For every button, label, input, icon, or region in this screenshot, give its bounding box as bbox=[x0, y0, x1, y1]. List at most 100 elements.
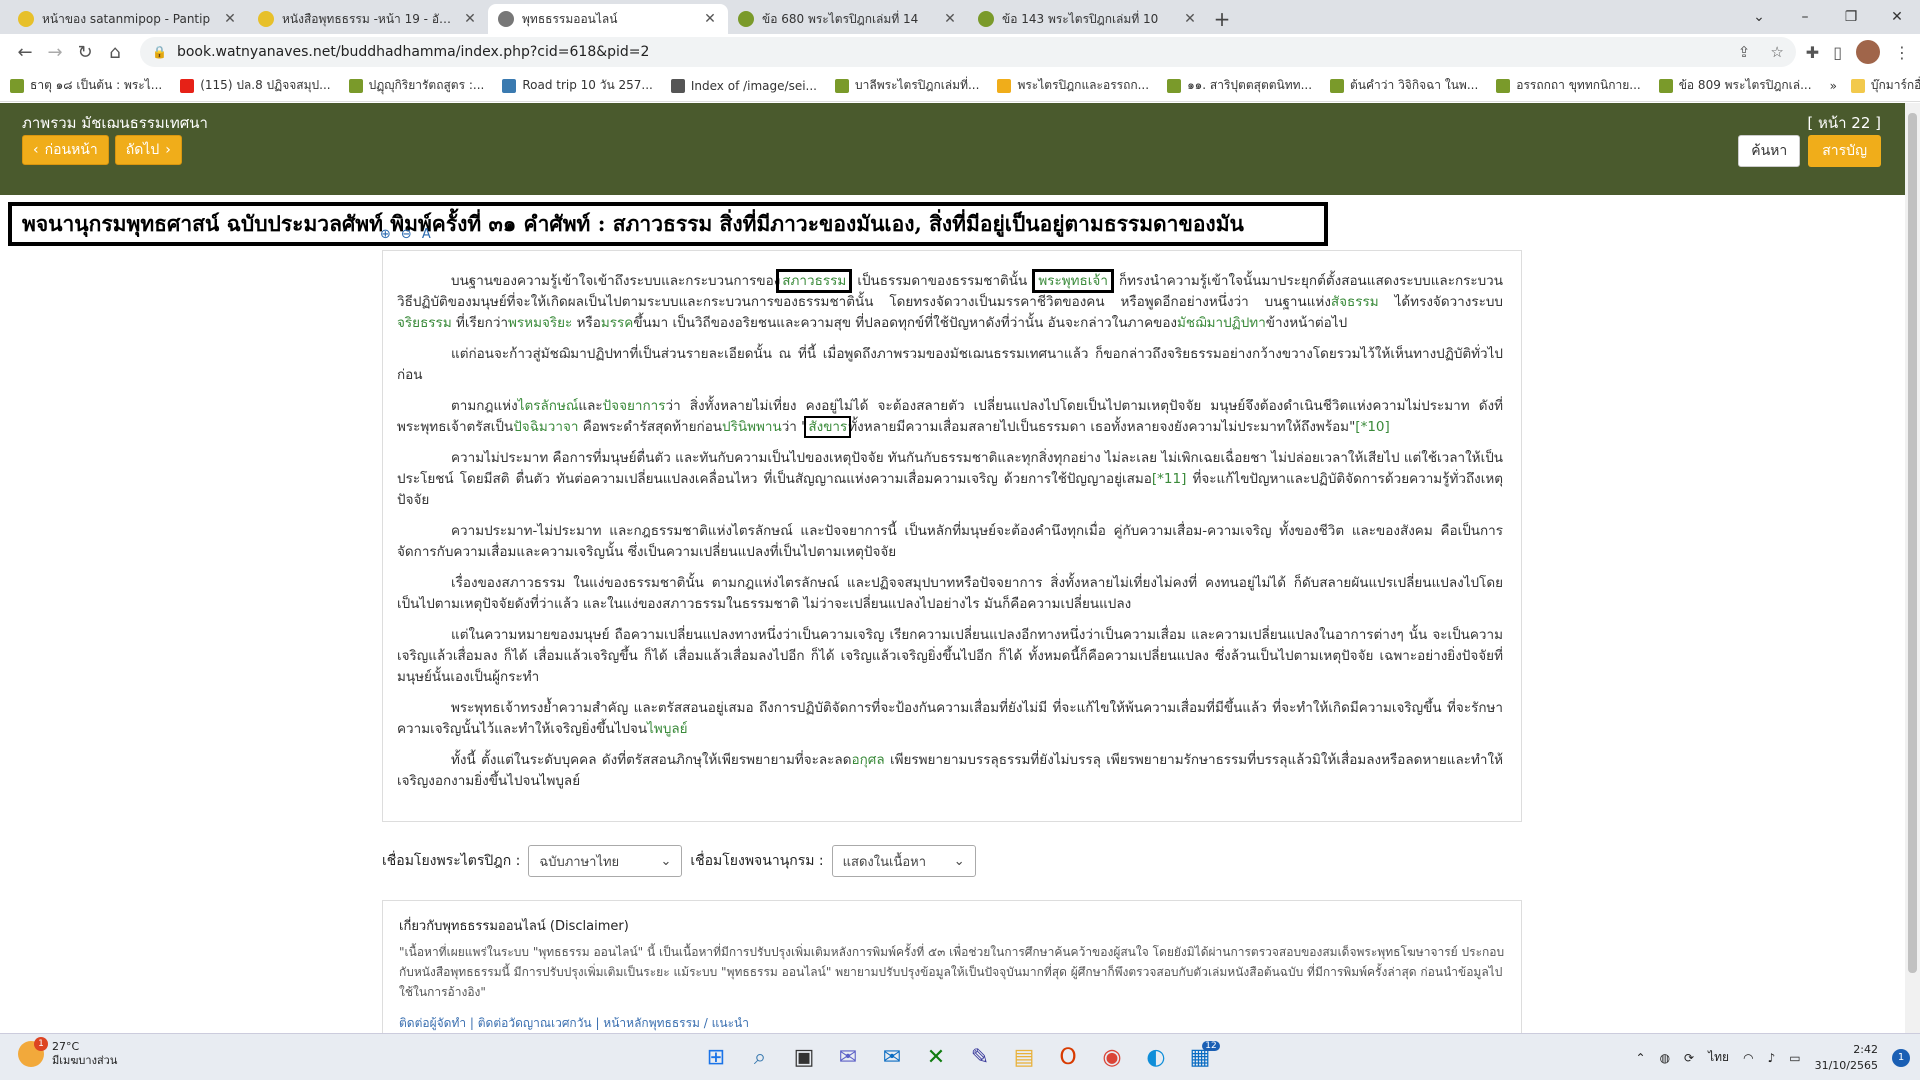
term-link[interactable]: ไตรลักษณ์ bbox=[518, 398, 579, 414]
close-tab-icon[interactable]: ✕ bbox=[702, 11, 718, 27]
browser-tab[interactable]: หน้าของ satanmipop - Pantip ✕ bbox=[8, 4, 248, 34]
side-panel-icon[interactable]: ▯ bbox=[1833, 43, 1842, 62]
bookmark-item[interactable]: พระไตรปิฎกและอรรถก... bbox=[997, 76, 1149, 95]
term-link[interactable]: พรหมจริยะ bbox=[508, 315, 572, 331]
bookmark-star-icon[interactable]: ☆ bbox=[1770, 43, 1783, 61]
bookmark-label: (115) ปล.8 ปฏิจจสมุป... bbox=[200, 78, 331, 92]
scrollbar-thumb[interactable] bbox=[1908, 113, 1917, 973]
bookmark-label: บาลีพระไตรปิฎกเล่มที่... bbox=[854, 78, 980, 92]
section-title: ภาพรวม มัชเฌนธรรมเทศนา bbox=[22, 114, 208, 132]
term-link[interactable]: ปรินิพพาน bbox=[722, 419, 782, 435]
term-link[interactable]: สภาวธรรม bbox=[776, 269, 853, 293]
close-tab-icon[interactable]: ✕ bbox=[942, 11, 958, 27]
task-view-icon[interactable]: ▣ bbox=[788, 1040, 820, 1074]
browser-tab[interactable]: พุทธธรรมออนไลน์ ✕ bbox=[488, 4, 728, 34]
term-link[interactable]: [*10] bbox=[1355, 419, 1389, 435]
bookmark-item[interactable]: ปฏุญุกิริยารัตถสูตร :... bbox=[348, 76, 484, 95]
new-tab-button[interactable]: + bbox=[1208, 4, 1236, 34]
bookmark-item[interactable]: ธาตุ ๑๘ เป็นต้น : พระไ... bbox=[10, 76, 162, 95]
edge-icon[interactable]: ◐ bbox=[1140, 1040, 1172, 1074]
xbox-icon[interactable]: ✕ bbox=[920, 1040, 952, 1074]
bookmark-item[interactable]: (115) ปล.8 ปฏิจจสมุป... bbox=[180, 76, 331, 95]
lock-icon[interactable]: 🔒 bbox=[152, 45, 167, 59]
share-icon[interactable]: ⇪ bbox=[1738, 43, 1751, 61]
pantip-icon bbox=[258, 11, 274, 27]
close-tab-icon[interactable]: ✕ bbox=[462, 11, 478, 27]
restore-button[interactable]: ❐ bbox=[1828, 0, 1874, 34]
bookmark-label: พระไตรปิฎกและอรรถก... bbox=[1017, 78, 1150, 92]
mail-icon[interactable]: ✉ bbox=[876, 1040, 908, 1074]
term-link[interactable]: สัจธรรม bbox=[1331, 294, 1379, 310]
windows-start-icon[interactable]: ⊞ bbox=[700, 1040, 732, 1074]
wifi-icon[interactable]: ◠ bbox=[1743, 1051, 1753, 1065]
close-tab-icon[interactable]: ✕ bbox=[222, 11, 238, 27]
term-link[interactable]: อกุศล bbox=[851, 752, 884, 768]
tab-search-icon[interactable]: ⌄ bbox=[1736, 0, 1782, 34]
next-page-button[interactable]: ถัดไป › bbox=[114, 135, 182, 165]
notification-badge[interactable]: 1 bbox=[1892, 1048, 1910, 1067]
reload-icon[interactable]: ↻ bbox=[70, 37, 100, 67]
disclaimer-body: "เนื้อหาที่เผยแพร่ในระบบ "พุทธธรรม ออนไล… bbox=[399, 945, 1505, 999]
sync-icon[interactable]: ⟳ bbox=[1684, 1051, 1694, 1065]
language-indicator[interactable]: ไทย bbox=[1708, 1048, 1729, 1067]
profile-avatar[interactable] bbox=[1856, 40, 1880, 64]
prev-page-button[interactable]: ‹ ก่อนหน้า bbox=[22, 135, 109, 165]
dictionary-select[interactable]: แสดงในเนื้อหา ⌄ bbox=[831, 845, 976, 877]
bookmark-item[interactable]: ต้นคำว่า วิจิกิจฉา ในพ... bbox=[1330, 76, 1478, 95]
chevron-up-icon[interactable]: ⌃ bbox=[1636, 1051, 1646, 1065]
bookmark-label: ธาตุ ๑๘ เป็นต้น : พระไ... bbox=[30, 78, 163, 92]
term-link[interactable]: พระพุทธเจ้า bbox=[1032, 269, 1114, 293]
bookmark-label: Index of /image/sei... bbox=[690, 78, 817, 93]
home-icon[interactable]: ⌂ bbox=[100, 37, 130, 67]
font-size-icon[interactable]: A bbox=[422, 227, 431, 242]
file-explorer-icon[interactable]: ▤ bbox=[1008, 1040, 1040, 1074]
close-tab-icon[interactable]: ✕ bbox=[1182, 11, 1198, 27]
bookmark-item[interactable]: บาลีพระไตรปิฎกเล่มที่... bbox=[834, 76, 980, 95]
battery-icon[interactable]: ▭ bbox=[1789, 1051, 1800, 1065]
bookmark-item[interactable]: อรรถกถา ขุททกนิกาย... bbox=[1496, 76, 1641, 95]
page-scrollbar[interactable] bbox=[1905, 103, 1920, 1033]
other-bookmarks[interactable]: บุ๊กมาร์กอื่นๆ bbox=[1850, 76, 1920, 95]
term-link[interactable]: มรรค bbox=[601, 315, 633, 331]
zoom-out-icon[interactable]: ⊖ bbox=[401, 227, 412, 242]
bookmark-item[interactable]: ข้อ 809 พระไตรปิฎกเล่... bbox=[1658, 76, 1812, 95]
toc-button[interactable]: สารบัญ bbox=[1808, 135, 1881, 167]
address-bar[interactable]: 🔒 book.watnyanaves.net/buddhadhamma/inde… bbox=[140, 37, 1796, 67]
extensions-icon[interactable]: ✚ bbox=[1806, 43, 1819, 62]
chevron-down-icon: ⌄ bbox=[953, 853, 965, 869]
office-icon[interactable]: O bbox=[1052, 1040, 1084, 1074]
chrome-icon[interactable]: ◉ bbox=[1096, 1040, 1128, 1074]
store-icon[interactable]: ▦ 12 bbox=[1184, 1040, 1220, 1074]
term-link[interactable]: จริยธรรม bbox=[397, 315, 452, 331]
tipitaka-select[interactable]: ฉบับภาษาไทย ⌄ bbox=[528, 845, 683, 877]
minimize-button[interactable]: – bbox=[1782, 0, 1828, 34]
bookmark-item[interactable]: Road trip 10 วัน 257... bbox=[502, 76, 653, 95]
footer-links[interactable]: ติดต่อผู้จัดทำ | ติดต่อวัดญาณเวศกวัน | ห… bbox=[399, 1014, 1505, 1033]
menu-icon[interactable]: ⋮ bbox=[1894, 43, 1910, 62]
search-button[interactable]: ค้นหา bbox=[1738, 135, 1801, 167]
close-window-button[interactable]: ✕ bbox=[1874, 0, 1920, 34]
term-link[interactable]: มัชฌิมาปฏิปทา bbox=[1177, 315, 1266, 331]
term-link[interactable]: [*11] bbox=[1152, 471, 1186, 487]
weather-widget[interactable]: 1 27°C มีเมฆบางส่วน bbox=[18, 1037, 117, 1068]
bookmark-item[interactable]: Index of /image/sei... bbox=[670, 78, 817, 93]
bookmarks-more-icon[interactable]: » bbox=[1830, 79, 1837, 93]
term-link[interactable]: ไพบูลย์ bbox=[647, 721, 687, 737]
security-icon[interactable]: ◍ bbox=[1660, 1051, 1670, 1065]
clock[interactable]: 2:42 31/10/2565 bbox=[1815, 1042, 1878, 1074]
browser-tab[interactable]: ข้อ 143 พระไตรปิฎกเล่มที่ 10 ✕ bbox=[968, 4, 1208, 34]
term-link[interactable]: ปัจจยาการ bbox=[603, 398, 666, 414]
forward-icon[interactable]: → bbox=[40, 37, 70, 67]
teams-chat-icon[interactable]: ✉ bbox=[832, 1040, 864, 1074]
bookmark-item[interactable]: ๑๑. สาริปุตตสุตตนิทท... bbox=[1167, 76, 1312, 95]
browser-tab[interactable]: ข้อ 680 พระไตรปิฎกเล่มที่ 14 ✕ bbox=[728, 4, 968, 34]
term-link[interactable]: สังขาร bbox=[804, 416, 852, 438]
stylus-app-icon[interactable]: ✎ bbox=[964, 1040, 996, 1074]
volume-icon[interactable]: ♪ bbox=[1768, 1051, 1776, 1065]
back-icon[interactable]: ← bbox=[10, 37, 40, 67]
zoom-in-icon[interactable]: ⊕ bbox=[380, 227, 391, 242]
browser-tab[interactable]: หนังสือพุทธธรรม -หน้า 19 - อันธ์ 5 ฉั ✕ bbox=[248, 4, 488, 34]
search-icon[interactable]: ⌕ bbox=[744, 1040, 776, 1074]
term-link[interactable]: ปัจฉิมวาจา bbox=[513, 419, 578, 435]
bookmark-favicon-icon bbox=[1330, 78, 1345, 93]
